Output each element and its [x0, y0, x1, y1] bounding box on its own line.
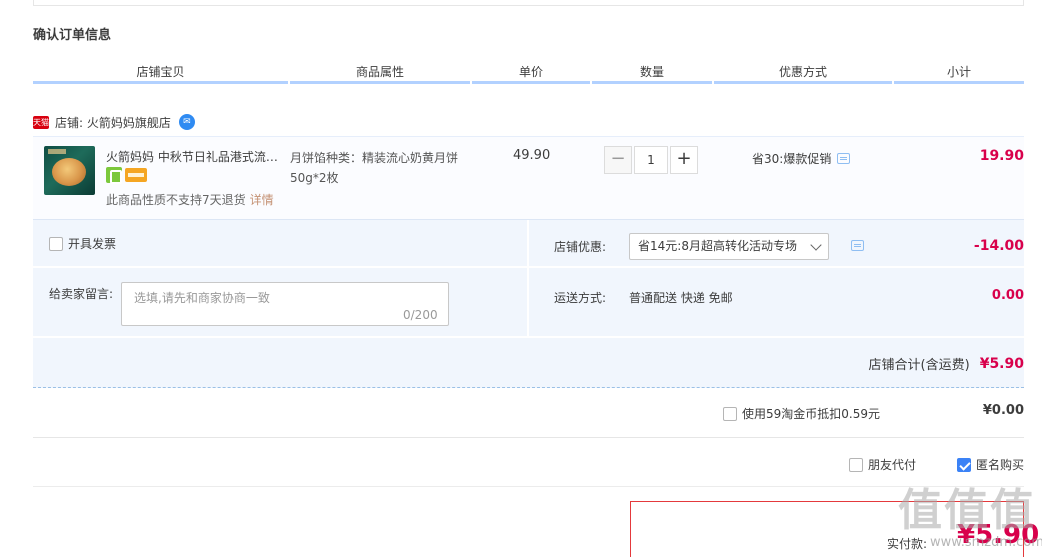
product-attribute: 月饼馅种类：精装流心奶黄月饼50g*2枚	[290, 151, 459, 185]
coin-label: 使用59淘金币抵扣0.59元	[742, 407, 880, 421]
promotion-comment-icon[interactable]	[837, 153, 851, 164]
section-title: 确认订单信息	[33, 28, 112, 43]
shipping-method: 普通配送 快递 免邮	[629, 291, 733, 305]
coin-checkbox[interactable]	[723, 406, 737, 421]
previous-section-box	[33, 0, 1024, 6]
shop-discount-selected: 省14元:8月超高转化活动专场	[638, 239, 797, 253]
quantity-input[interactable]: 1	[634, 146, 668, 174]
divider	[33, 486, 1024, 487]
watermark-site: www.smzdm.com	[930, 535, 1042, 550]
service-guarantee-icon[interactable]	[106, 167, 122, 184]
shop-discount-label: 店铺优惠:	[554, 240, 607, 254]
coin-deduction-value: ¥0.00	[982, 403, 1024, 418]
thumbnail-label-decoration	[48, 149, 66, 154]
no-return-text: 此商品性质不支持7天退货	[106, 193, 246, 207]
watermark-logo: 值值值	[898, 485, 1036, 536]
item-promotion: 省30:爆款促销	[752, 150, 851, 167]
invoice-label: 开具发票	[68, 237, 117, 251]
divider	[33, 437, 1024, 438]
column-header-attributes: 商品属性	[290, 62, 470, 84]
anonymous-label: 匿名购买	[976, 458, 1025, 472]
discount-comment-icon[interactable]	[851, 240, 864, 251]
chat-icon[interactable]: ✉	[178, 114, 195, 130]
chevron-down-icon	[810, 239, 822, 251]
quantity-decrease-button[interactable]: −	[604, 146, 632, 174]
anonymous-purchase-option[interactable]: 匿名购买	[957, 456, 1024, 473]
credit-card-icon[interactable]	[125, 168, 147, 182]
friend-pay-option[interactable]: 朋友代付	[849, 456, 916, 473]
message-placeholder: 选填,请先和商家协商一致	[134, 291, 270, 305]
quantity-stepper: − 1 +	[604, 146, 698, 174]
promotion-text: 省30:爆款促销	[752, 152, 832, 166]
invoice-option[interactable]: 开具发票	[49, 235, 116, 252]
product-title-link[interactable]: 火箭妈妈 中秋节日礼品港式流心奶黄月饼礼盒	[106, 148, 284, 165]
shop-row: 天猫 店铺: 火箭妈妈旗舰店 ✉	[33, 113, 195, 131]
shop-discount-value: -14.00	[973, 238, 1024, 254]
mooncake-image	[52, 158, 86, 186]
column-header-unit-price: 单价	[472, 62, 590, 84]
column-header-subtotal: 小计	[894, 62, 1024, 84]
detail-link[interactable]: 详情	[250, 193, 274, 207]
column-header-promotion: 优惠方式	[714, 62, 892, 84]
shop-name[interactable]: 店铺: 火箭妈妈旗舰店	[55, 114, 171, 131]
friend-pay-checkbox[interactable]	[849, 457, 863, 472]
friend-pay-label: 朋友代付	[868, 458, 917, 472]
message-label: 给卖家留言:	[49, 287, 114, 301]
shop-discount-select[interactable]: 省14元:8月超高转化活动专场	[629, 233, 829, 260]
shop-total: 店铺合计(含运费) ¥5.90	[868, 354, 1024, 374]
tmall-badge-icon: 天猫	[33, 115, 49, 129]
quantity-increase-button[interactable]: +	[670, 146, 698, 174]
item-subtotal: 19.90	[979, 148, 1024, 164]
product-thumbnail[interactable]	[44, 146, 95, 195]
anonymous-checkbox[interactable]	[957, 457, 971, 472]
message-char-count: 0/200	[403, 308, 438, 322]
column-header-quantity: 数量	[592, 62, 712, 84]
unit-price: 49.90	[513, 148, 551, 163]
invoice-checkbox[interactable]	[49, 236, 63, 251]
shop-total-label: 店铺合计(含运费)	[868, 358, 970, 373]
coin-deduction-option[interactable]: 使用59淘金币抵扣0.59元	[723, 405, 880, 422]
shipping-fee: 0.00	[991, 288, 1024, 303]
shipping-label: 运送方式:	[554, 291, 607, 305]
column-header-shop-item: 店铺宝贝	[33, 62, 288, 84]
options-divider	[33, 266, 1024, 268]
column-header-row: 店铺宝贝 商品属性 单价 数量 优惠方式 小计	[33, 62, 1024, 84]
shop-total-value: ¥5.90	[979, 355, 1024, 372]
no-return-notice: 此商品性质不支持7天退货 详情	[106, 191, 274, 208]
